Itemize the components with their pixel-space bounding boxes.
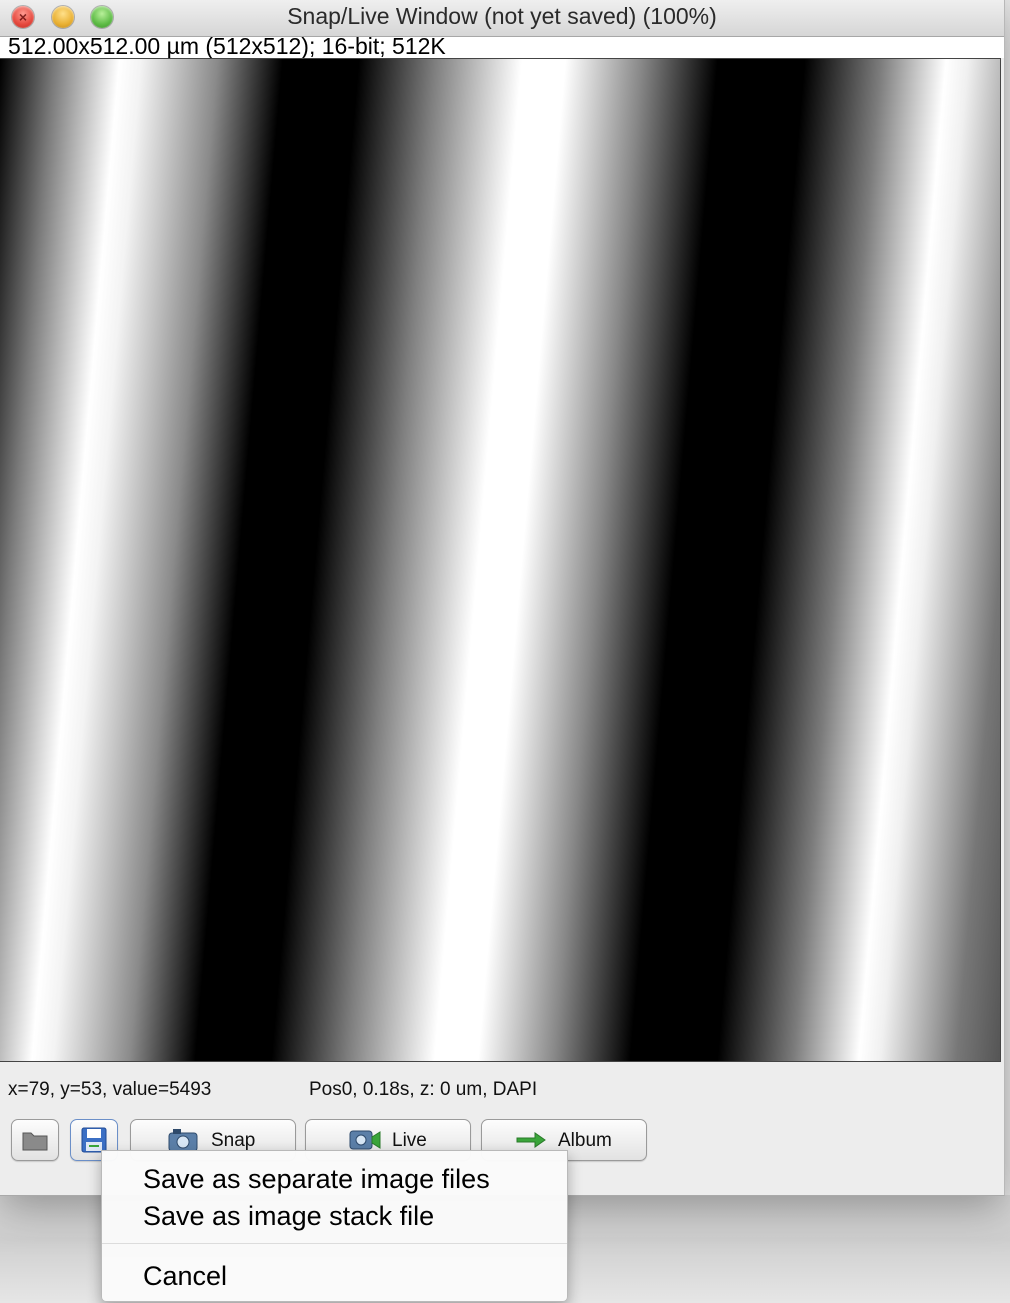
menu-separator [102,1243,567,1244]
open-button[interactable] [11,1119,59,1161]
snap-live-window: × Snap/Live Window (not yet saved) (100%… [0,0,1005,1196]
window-title: Snap/Live Window (not yet saved) (100%) [287,3,717,29]
menu-item-label: Save as image stack file [143,1201,435,1231]
menu-item-label: Save as separate image files [143,1164,490,1194]
menu-item-label: Cancel [143,1261,228,1291]
live-label: Live [392,1130,427,1151]
image-info-bar: 512.00x512.00 µm (512x512); 16-bit; 512K [0,33,1004,59]
title-bar[interactable]: × Snap/Live Window (not yet saved) (100%… [0,0,1004,37]
arrow-right-icon [516,1132,546,1148]
cursor-readout: x=79, y=53, value=5493 [8,1079,212,1100]
snap-label: Snap [211,1130,256,1151]
image-canvas[interactable] [0,58,1001,1062]
position-info: Pos0, 0.18s, z: 0 um, DAPI [309,1079,538,1100]
album-label: Album [558,1130,612,1151]
menu-item-cancel[interactable]: Cancel [102,1257,567,1293]
menu-item-save-separate-files[interactable]: Save as separate image files [102,1160,567,1196]
menu-item-save-stack-file[interactable]: Save as image stack file [102,1197,567,1233]
folder-icon [22,1132,48,1151]
save-options-menu: Save as separate image files Save as ima… [101,1150,568,1302]
image-info-text: 512.00x512.00 µm (512x512); 16-bit; 512K [8,33,446,59]
